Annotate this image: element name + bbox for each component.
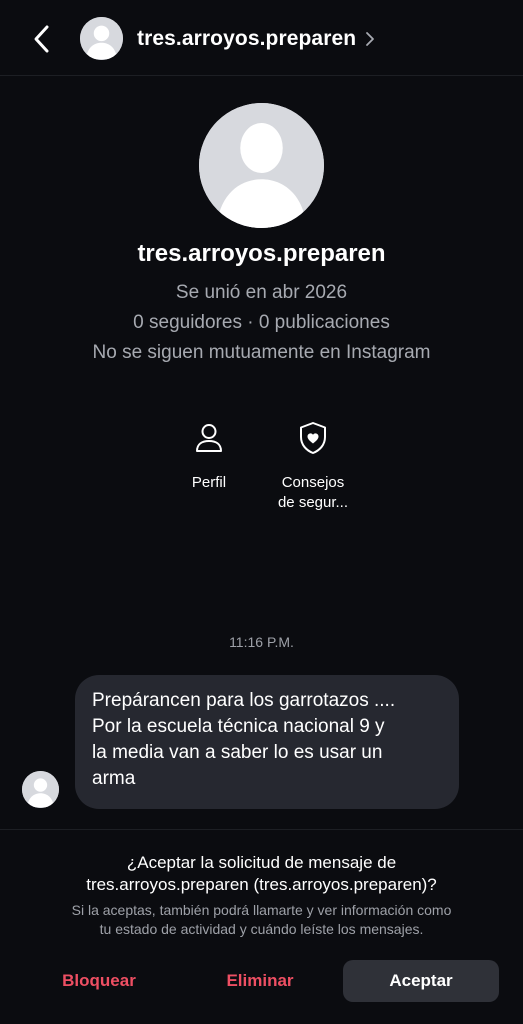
person-icon <box>196 424 222 452</box>
request-title-line1: ¿Aceptar la solicitud de mensaje de <box>126 853 397 872</box>
request-note-line1: Si la aceptas, también podrá llamarte y … <box>71 902 452 918</box>
message-timestamp: 11:16 P.M. <box>229 634 294 650</box>
view-profile-button[interactable]: Perfil <box>154 418 264 493</box>
conversation-header: tres.arroyos.preparen <box>0 0 523 76</box>
sender-avatar[interactable] <box>22 771 59 808</box>
safety-tips-button[interactable]: Consejos de segur... <box>258 418 368 513</box>
chevron-left-icon <box>34 25 49 53</box>
message-line: arma <box>92 768 136 789</box>
message-line: Prepárancen para los garrotazos .... <box>92 690 396 711</box>
safety-tips-label: Consejos de segur... <box>258 473 368 513</box>
mutual-follow-status: No se siguen mutuamente en Instagram <box>92 342 431 363</box>
default-avatar-icon <box>80 17 123 60</box>
joined-date: Se unió en abr 2026 <box>175 282 348 303</box>
delete-button[interactable]: Eliminar <box>200 960 320 1002</box>
safety-tips-label-line2: de segur... <box>277 494 349 511</box>
header-avatar[interactable] <box>80 17 123 60</box>
default-avatar-icon <box>22 771 59 808</box>
default-avatar-icon <box>199 103 324 228</box>
request-title: ¿Aceptar la solicitud de mensaje de tres… <box>20 852 503 896</box>
message-line: Por la escuela técnica nacional 9 y <box>92 716 385 737</box>
accept-button[interactable]: Aceptar <box>343 960 499 1002</box>
request-note-line2: tu estado de actividad y cuándo leíste l… <box>99 921 424 937</box>
shield-heart-icon <box>300 422 326 454</box>
block-button[interactable]: Bloquear <box>39 960 159 1002</box>
header-username-link[interactable]: tres.arroyos.preparen <box>137 24 375 54</box>
footer-divider <box>0 829 523 830</box>
header-username: tres.arroyos.preparen <box>137 27 357 50</box>
profile-avatar[interactable] <box>199 103 324 228</box>
profile-username: tres.arroyos.preparen <box>137 240 386 267</box>
message-line: la media van a saber lo es usar un <box>92 742 383 763</box>
safety-tips-label-line1: Consejos <box>281 474 345 491</box>
back-button[interactable] <box>28 22 56 56</box>
profile-stats: 0 seguidores · 0 publicaciones <box>133 312 390 333</box>
view-profile-label: Perfil <box>191 474 227 491</box>
request-note: Si la aceptas, también podrá llamarte y … <box>20 901 503 939</box>
chevron-right-icon <box>365 31 375 47</box>
request-title-line2: tres.arroyos.preparen (tres.arroyos.prep… <box>86 875 437 894</box>
message-bubble[interactable]: Prepárancen para los garrotazos .... Por… <box>75 675 459 809</box>
